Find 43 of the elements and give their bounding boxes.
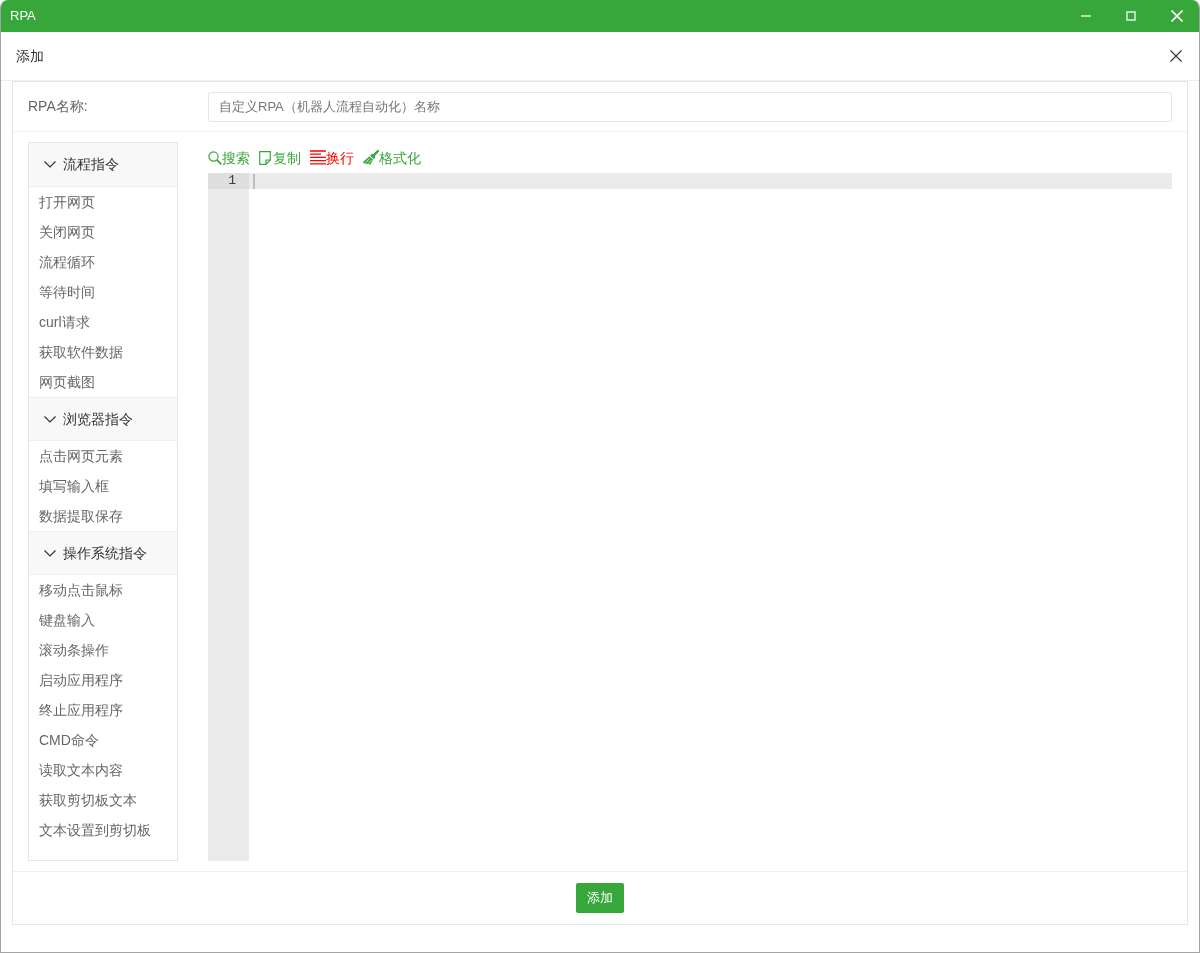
close-icon <box>1170 50 1182 62</box>
name-input[interactable]: 自定义RPA（机器人流程自动化）名称 <box>208 91 1172 122</box>
sidebar-item[interactable]: 数据提取保存 <box>29 501 177 531</box>
document-icon <box>259 150 271 165</box>
lines-icon <box>310 150 326 165</box>
close-icon <box>1171 10 1183 22</box>
close-button[interactable] <box>1171 10 1183 22</box>
maximize-button[interactable] <box>1126 11 1136 21</box>
window-title: RPA <box>9 7 36 26</box>
sidebar-item[interactable]: 获取剪切板文本 <box>29 785 177 815</box>
sidebar-item[interactable]: 网页截图 <box>29 367 177 397</box>
sidebar-item[interactable]: 终止应用程序 <box>29 695 177 725</box>
sidebar-item[interactable]: 滚动条操作 <box>29 635 177 665</box>
sidebar-item[interactable]: CMD命令 <box>29 725 177 755</box>
sidebar-item[interactable]: 移动点击鼠标 <box>29 575 177 605</box>
copy-button[interactable]: 复制 <box>259 150 301 165</box>
sidebar-item[interactable]: 点击网页元素 <box>29 441 177 471</box>
sidebar-item[interactable]: 启动应用程序 <box>29 665 177 695</box>
line-number: 1 <box>208 173 249 189</box>
maximize-icon <box>1126 11 1136 21</box>
sidebar-item[interactable]: 键盘输入 <box>29 605 177 635</box>
brush-icon <box>363 150 379 165</box>
group-header[interactable]: 流程指令 <box>29 143 177 187</box>
minimize-icon <box>1081 15 1091 17</box>
search-icon <box>208 150 222 165</box>
format-button[interactable]: 格式化 <box>363 150 421 165</box>
wrap-button[interactable]: 换行 <box>310 150 354 165</box>
sidebar-item[interactable]: 流程循环 <box>29 247 177 277</box>
search-button[interactable]: 搜索 <box>208 150 250 165</box>
sidebar-item[interactable]: 打开网页 <box>29 187 177 217</box>
dialog-close-button[interactable] <box>1170 50 1182 62</box>
dialog-title: 添加 <box>15 46 44 66</box>
text-cursor-icon <box>253 173 255 189</box>
sidebar-item[interactable]: 等待时间 <box>29 277 177 307</box>
sidebar-item[interactable]: 读取文本内容 <box>29 755 177 785</box>
field-label: RPA名称: <box>28 97 89 116</box>
group-header[interactable]: 操作系统指令 <box>29 531 177 575</box>
sidebar-item[interactable]: curl请求 <box>29 307 177 337</box>
sidebar-item[interactable]: 关闭网页 <box>29 217 177 247</box>
sidebar-item[interactable]: 文本设置到剪切板 <box>29 815 177 845</box>
sidebar-item[interactable]: 填写输入框 <box>29 471 177 501</box>
sidebar-item[interactable]: 获取软件数据 <box>29 337 177 367</box>
group-header[interactable]: 浏览器指令 <box>29 397 177 441</box>
